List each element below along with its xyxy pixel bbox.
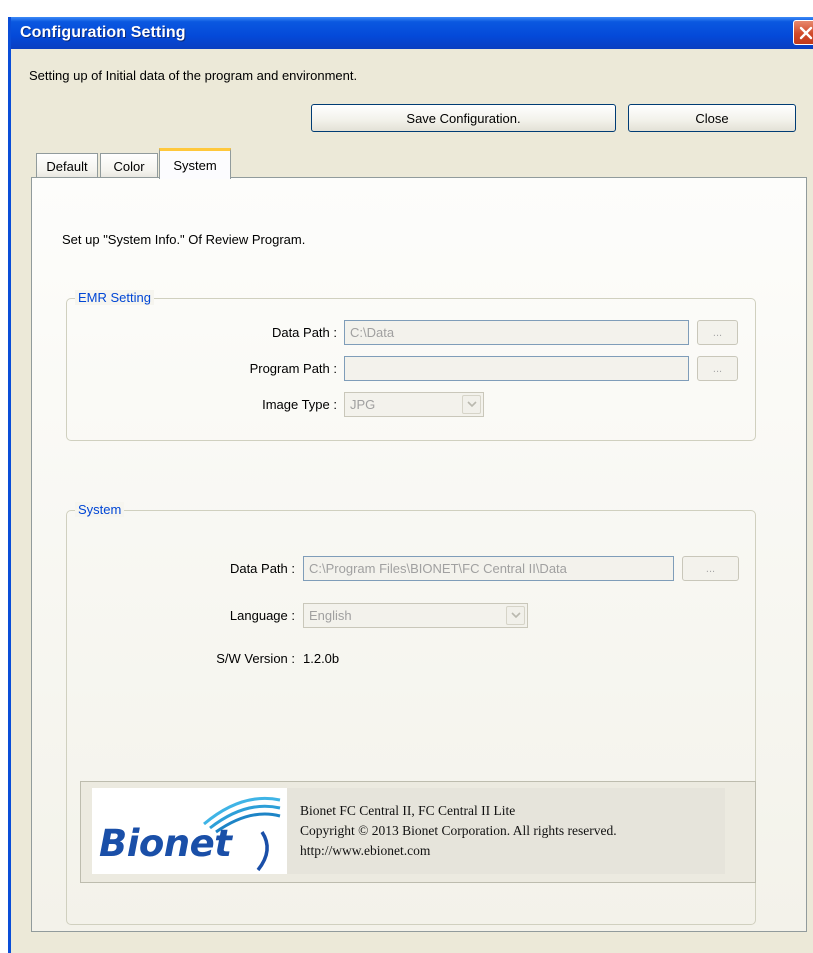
system-data-path-label: Data Path : — [229, 561, 295, 576]
emr-data-path-browse-button[interactable]: ... — [697, 320, 738, 345]
window-subtitle: Setting up of Initial data of the progra… — [29, 68, 358, 83]
about-product-line: Bionet FC Central II, FC Central II Lite — [300, 803, 516, 818]
system-data-path-input[interactable]: C:\Program Files\BIONET\FC Central II\Da… — [303, 556, 674, 581]
about-box: Bionet Bionet FC Central II, FC Central … — [80, 781, 756, 883]
emr-setting-group: EMR Setting Data Path : C:\Data ... Prog… — [66, 290, 756, 441]
about-inner: Bionet Bionet FC Central II, FC Central … — [92, 788, 725, 874]
language-label: Language : — [229, 608, 295, 623]
chevron-down-icon[interactable] — [506, 606, 525, 625]
window-close-button[interactable] — [793, 20, 813, 45]
emr-program-path-input[interactable] — [344, 356, 689, 381]
system-data-path-browse-button[interactable]: ... — [682, 556, 739, 581]
emr-program-path-browse-button[interactable]: ... — [697, 356, 738, 381]
logo-text: Bionet — [99, 822, 232, 865]
emr-data-path-label: Data Path : — [271, 325, 337, 340]
version-label: S/W Version : — [216, 651, 295, 666]
emr-image-type-select[interactable]: JPG — [344, 392, 484, 417]
bionet-logo: Bionet — [92, 788, 287, 874]
panel-intro-text: Set up "System Info." Of Review Program. — [62, 232, 306, 247]
save-configuration-button[interactable]: Save Configuration. — [311, 104, 616, 132]
system-tab-panel: Set up "System Info." Of Review Program.… — [31, 177, 807, 932]
about-website-link[interactable]: http://www.ebionet.com — [300, 841, 617, 861]
tab-default[interactable]: Default — [36, 153, 98, 178]
about-copyright-line: Copyright © 2013 Bionet Corporation. All… — [300, 823, 617, 838]
tab-color[interactable]: Color — [100, 153, 158, 178]
tab-system[interactable]: System — [159, 148, 231, 179]
system-group-title: System — [75, 502, 125, 517]
close-button[interactable]: Close — [628, 104, 796, 132]
about-text: Bionet FC Central II, FC Central II Lite… — [300, 801, 617, 861]
title-bar[interactable]: Configuration Setting — [11, 17, 813, 49]
window-title: Configuration Setting — [20, 24, 186, 41]
chevron-down-icon[interactable] — [462, 395, 481, 414]
language-select[interactable]: English — [303, 603, 528, 628]
emr-program-path-label: Program Path : — [249, 361, 337, 376]
close-icon — [799, 26, 813, 39]
config-window: Configuration Setting Setting up of Init… — [8, 17, 813, 953]
version-value: 1.2.0b — [303, 651, 340, 666]
emr-image-type-value: JPG — [350, 397, 376, 412]
language-value: English — [309, 608, 352, 623]
emr-setting-title: EMR Setting — [75, 290, 154, 305]
emr-image-type-label: Image Type : — [262, 397, 337, 412]
emr-data-path-input[interactable]: C:\Data — [344, 320, 689, 345]
